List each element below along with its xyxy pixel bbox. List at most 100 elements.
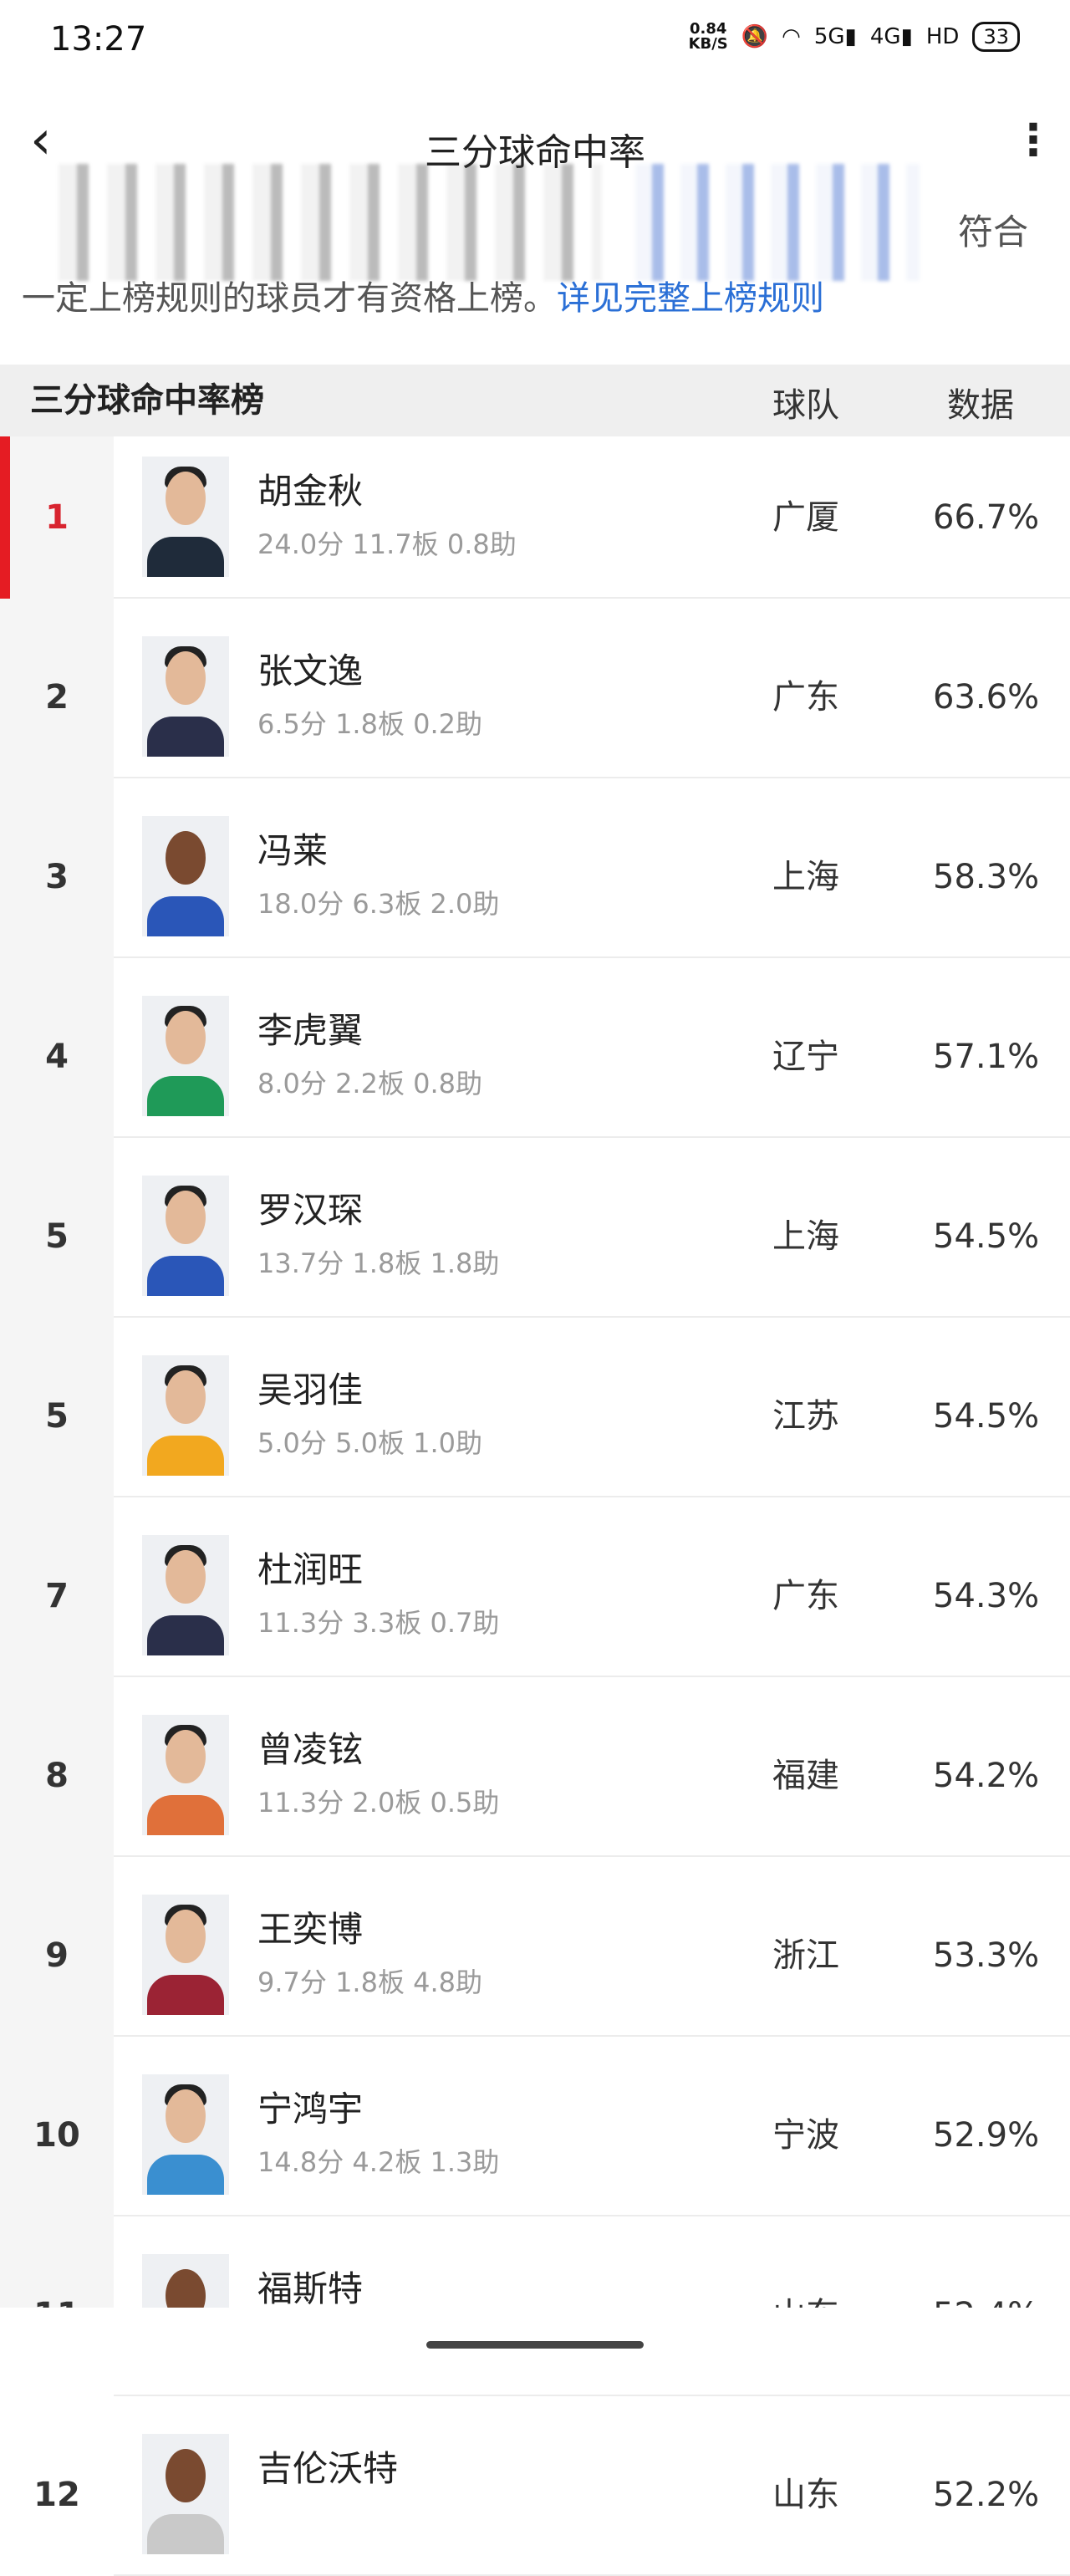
player-team: 辽宁	[772, 1038, 839, 1076]
player-row[interactable]: 12 吉伦沃特 山东 52.2%	[0, 2414, 1070, 2576]
row-divider	[114, 777, 1070, 778]
player-team: 江苏	[772, 1397, 839, 1436]
player-avatar	[142, 636, 229, 757]
row-divider	[114, 597, 1070, 599]
player-team: 浙江	[772, 1936, 839, 1975]
column-header-team: 球队	[772, 386, 839, 425]
player-name: 吉伦沃特	[257, 2448, 399, 2489]
player-team: 广厦	[772, 498, 839, 537]
player-row[interactable]: 4 李虎翼 8.0分 2.2板 0.8助 辽宁 57.1%	[0, 976, 1070, 1138]
notice-tail: 符合	[957, 212, 1028, 252]
player-avatar	[142, 2074, 229, 2195]
row-divider	[114, 1676, 1070, 1677]
row-divider	[114, 1316, 1070, 1318]
status-time: 13:27	[50, 20, 147, 59]
row-divider	[114, 2215, 1070, 2216]
full-rules-link[interactable]: 详见完整上榜规则	[557, 279, 824, 318]
player-stats: 11.3分 2.0板 0.5助	[257, 1787, 500, 1819]
rank-number: 7	[45, 1577, 69, 1615]
player-team: 广东	[772, 678, 839, 717]
player-name: 宁鸿宇	[257, 2089, 364, 2130]
player-name: 杜润旺	[257, 1549, 364, 1590]
rank-number: 5	[45, 1397, 69, 1436]
player-avatar	[142, 1895, 229, 2015]
obscured-text	[59, 164, 602, 281]
three-point-pct: 66.7%	[933, 498, 1040, 537]
player-row[interactable]: 10 宁鸿宇 14.8分 4.2板 1.3助 宁波 52.9%	[0, 2054, 1070, 2216]
status-bar: 13:27 0.84 KB/S 🔕 ◠ 5G▮ 4G▮ HD 33	[0, 0, 1070, 87]
player-stats: 24.0分 11.7板 0.8助	[257, 528, 517, 560]
player-team: 山东	[772, 2476, 839, 2514]
hd-icon: HD	[925, 24, 960, 49]
player-row[interactable]: 2 张文逸 6.5分 1.8板 0.2助 广东 63.6%	[0, 616, 1070, 778]
player-team: 宁波	[772, 2116, 839, 2155]
three-point-pct: 54.5%	[933, 1397, 1040, 1436]
player-row[interactable]: 1 胡金秋 24.0分 11.7板 0.8助 广厦 66.7%	[0, 436, 1070, 599]
rank-number: 2	[45, 678, 69, 717]
row-divider	[114, 1496, 1070, 1497]
three-point-pct: 58.3%	[933, 858, 1040, 896]
player-name: 李虎翼	[257, 1010, 364, 1051]
player-name: 吴羽佳	[257, 1370, 364, 1410]
home-indicator[interactable]	[426, 2341, 644, 2349]
player-stats: 13.7分 1.8板 1.8助	[257, 1247, 500, 1279]
column-header-data: 数据	[947, 386, 1014, 425]
player-avatar	[142, 457, 229, 577]
rank-number: 9	[45, 1936, 69, 1975]
signal-4g-icon: 4G▮	[869, 24, 913, 49]
three-point-pct: 52.2%	[933, 2476, 1040, 2514]
player-avatar	[142, 1176, 229, 1296]
three-point-pct: 52.9%	[933, 2116, 1040, 2155]
three-point-pct: 63.6%	[933, 678, 1040, 717]
notice-text: 一定上榜规则的球员才有资格上榜。详见完整上榜规则	[22, 271, 824, 319]
player-name: 福斯特	[257, 2268, 364, 2309]
player-avatar	[142, 1535, 229, 1655]
player-stats: 9.7分 1.8板 4.8助	[257, 1966, 483, 1998]
player-stats: 6.5分 1.8板 0.2助	[257, 708, 483, 740]
row-divider	[114, 956, 1070, 958]
player-stats: 18.0分 6.3板 2.0助	[257, 888, 500, 920]
player-team: 上海	[772, 1217, 839, 1256]
status-icons: 0.84 KB/S 🔕 ◠ 5G▮ 4G▮ HD 33	[689, 22, 1020, 52]
player-row[interactable]: 5 罗汉琛 13.7分 1.8板 1.8助 上海 54.5%	[0, 1155, 1070, 1318]
row-divider	[114, 2395, 1070, 2396]
player-stats: 14.8分 4.2板 1.3助	[257, 2146, 500, 2178]
player-stats: 5.0分 5.0板 1.0助	[257, 1427, 483, 1459]
more-vertical-icon: ⋮	[1011, 115, 1055, 166]
notice-rule-text: 一定上榜规则的球员才有资格上榜。	[22, 279, 557, 318]
player-row[interactable]: 8 曾凌铉 11.3分 2.0板 0.5助 福建 54.2%	[0, 1695, 1070, 1857]
rank-number: 1	[45, 498, 69, 537]
player-row[interactable]: 9 王奕博 9.7分 1.8板 4.8助 浙江 53.3%	[0, 1875, 1070, 2037]
three-point-pct: 54.2%	[933, 1757, 1040, 1795]
obscured-link	[635, 164, 920, 281]
player-avatar	[142, 2434, 229, 2554]
rank-number: 8	[45, 1757, 69, 1795]
player-team: 福建	[772, 1757, 839, 1795]
player-name: 张文逸	[257, 650, 364, 691]
player-avatar	[142, 996, 229, 1116]
player-avatar	[142, 1355, 229, 1476]
more-button[interactable]: ⋮	[1011, 117, 1055, 167]
rank-number: 10	[33, 2116, 80, 2155]
rank-number: 3	[45, 858, 69, 896]
row-divider	[114, 2035, 1070, 2037]
player-row[interactable]: 3 冯莱 18.0分 6.3板 2.0助 上海 58.3%	[0, 796, 1070, 958]
row-divider	[114, 1136, 1070, 1138]
ranking-title: 三分球命中率榜	[30, 381, 264, 420]
player-name: 胡金秋	[257, 471, 364, 512]
player-name: 王奕博	[257, 1909, 364, 1950]
player-row[interactable]: 7 杜润旺 11.3分 3.3板 0.7助 广东 54.3%	[0, 1515, 1070, 1677]
wifi-icon: ◠	[782, 24, 801, 49]
player-name: 曾凌铉	[257, 1729, 364, 1770]
player-team: 广东	[772, 1577, 839, 1615]
signal-5g-icon: 5G▮	[813, 24, 857, 49]
player-row[interactable]: 5 吴羽佳 5.0分 5.0板 1.0助 江苏 54.5%	[0, 1335, 1070, 1497]
player-stats: 8.0分 2.2板 0.8助	[257, 1068, 483, 1099]
player-name: 罗汉琛	[257, 1190, 364, 1231]
player-avatar	[142, 1715, 229, 1835]
player-name: 冯莱	[257, 830, 329, 871]
player-stats: 11.3分 3.3板 0.7助	[257, 1607, 500, 1639]
network-speed: 0.84 KB/S	[688, 20, 728, 53]
table-header: 三分球命中率榜 球队 数据	[0, 365, 1070, 436]
rank-number: 4	[45, 1038, 69, 1076]
